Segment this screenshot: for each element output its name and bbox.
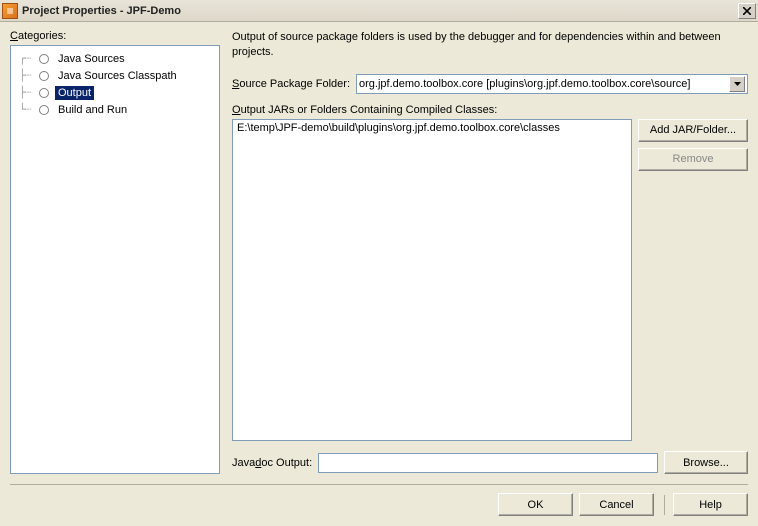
tree-item[interactable]: ├┈ Java Sources Classpath — [13, 67, 217, 84]
output-listbox[interactable]: E:\temp\JPF-demo\build\plugins\org.jpf.d… — [232, 119, 632, 441]
bullet-icon — [39, 105, 49, 115]
tree-item[interactable]: └┈ Build and Run — [13, 101, 217, 118]
tree-connector-icon: └┈ — [19, 103, 39, 116]
close-button[interactable] — [738, 3, 756, 19]
help-button[interactable]: Help — [673, 493, 748, 516]
remove-button: Remove — [638, 148, 748, 171]
window-title: Project Properties - JPF-Demo — [22, 5, 738, 17]
tree-item[interactable]: ├┈ Output — [13, 84, 217, 101]
add-jar-folder-button[interactable]: Add JAR/Folder... — [638, 119, 748, 142]
ok-button[interactable]: OK — [498, 493, 573, 516]
source-package-combo[interactable]: org.jpf.demo.toolbox.core [plugins\org.j… — [356, 74, 748, 94]
categories-label: Categories: — [10, 30, 220, 42]
output-list-label: Output JARs or Folders Containing Compil… — [232, 104, 748, 116]
browse-button[interactable]: Browse... — [664, 451, 748, 474]
javadoc-label: Javadoc Output: — [232, 457, 312, 469]
tree-connector-icon: ┌┈ — [19, 52, 39, 65]
tree-item-label: Output — [55, 86, 94, 100]
tree-connector-icon: ├┈ — [19, 69, 39, 82]
titlebar: Project Properties - JPF-Demo — [0, 0, 758, 22]
tree-item-label: Java Sources Classpath — [55, 69, 180, 83]
source-package-label: Source Package Folder: — [232, 78, 350, 90]
dialog-footer: OK Cancel Help — [10, 484, 748, 516]
tree-item-label: Build and Run — [55, 103, 130, 117]
tree-item[interactable]: ┌┈ Java Sources — [13, 50, 217, 67]
javadoc-output-input[interactable] — [318, 453, 658, 473]
app-icon — [2, 3, 18, 19]
separator — [664, 495, 665, 515]
cancel-button[interactable]: Cancel — [579, 493, 654, 516]
description-text: Output of source package folders is used… — [232, 30, 748, 60]
list-item[interactable]: E:\temp\JPF-demo\build\plugins\org.jpf.d… — [237, 122, 627, 136]
tree-connector-icon: ├┈ — [19, 86, 39, 99]
bullet-icon — [39, 71, 49, 81]
tree-item-label: Java Sources — [55, 52, 128, 66]
bullet-icon — [39, 54, 49, 64]
dropdown-arrow-icon[interactable] — [729, 76, 745, 92]
source-package-value: org.jpf.demo.toolbox.core [plugins\org.j… — [359, 78, 729, 90]
bullet-icon — [39, 88, 49, 98]
categories-tree[interactable]: ┌┈Java Sources├┈Java Sources Classpath├┈… — [10, 45, 220, 474]
